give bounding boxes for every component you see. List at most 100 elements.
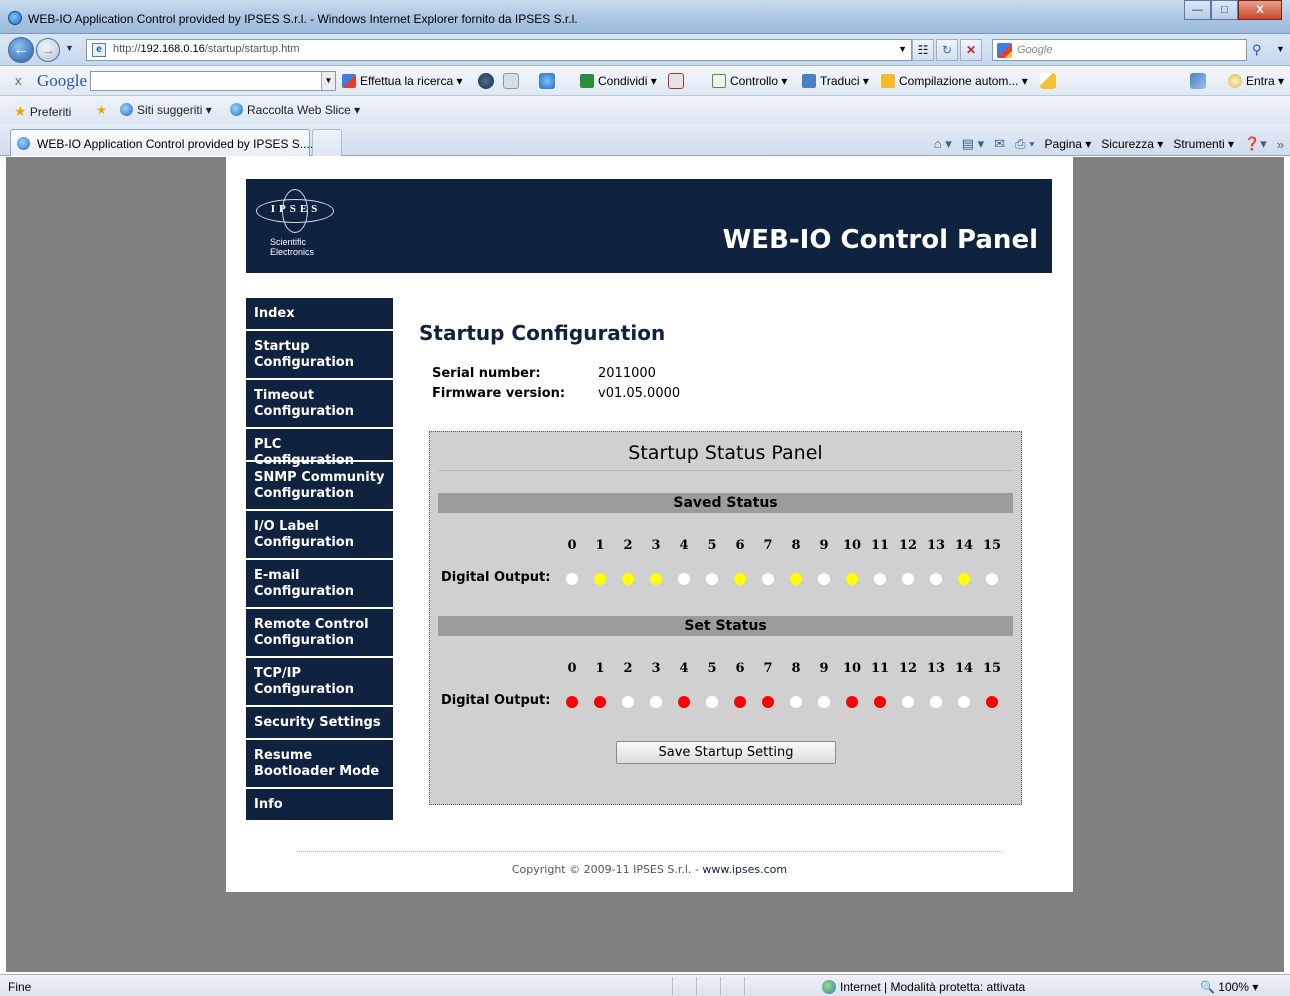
set-output-led-8 (790, 696, 802, 708)
set-output-led-15 (986, 696, 998, 708)
forward-button[interactable]: → (36, 38, 60, 62)
saved-channel-label-12: 12 (898, 538, 918, 553)
highlighter-icon[interactable] (1040, 73, 1056, 89)
sidebar-item-io-label-configuration[interactable]: I/O Label Configuration (246, 511, 393, 558)
logo-subtitle: Scientific Electronics (270, 237, 314, 257)
ipses-website-link[interactable]: www.ipses.com (702, 863, 787, 876)
history-dropdown-icon[interactable]: ▼ (65, 43, 74, 53)
set-output-led-14 (958, 696, 970, 708)
sidebar-item-plc-configuration[interactable]: PLC Configuration (246, 429, 393, 468)
set-channel-label-9: 9 (819, 661, 829, 676)
home-icon[interactable]: ⌂ ▾ (934, 136, 952, 152)
back-button[interactable]: ← (8, 37, 34, 63)
saved-channel-label-13: 13 (926, 538, 946, 553)
help-icon[interactable]: ❓▾ (1244, 136, 1267, 152)
popup-blocker-icon[interactable] (668, 73, 684, 89)
set-output-led-3 (650, 696, 662, 708)
set-channel-label-1: 1 (595, 661, 605, 676)
address-bar[interactable]: e http://192.168.0.16/startup/startup.ht… (86, 39, 912, 61)
sidebar-item-security-settings[interactable]: Security Settings (246, 707, 393, 738)
mail-icon[interactable]: ✉ (994, 136, 1005, 152)
maximize-button[interactable]: □ (1211, 0, 1238, 20)
gmail-icon[interactable] (539, 73, 555, 89)
url-host: 192.168.0.16 (140, 43, 205, 55)
saved-status-header: Saved Status (438, 493, 1013, 513)
stop-icon[interactable]: ✕ (960, 39, 982, 61)
spellcheck-button[interactable]: Controllo ▾ (712, 74, 787, 88)
settings-wrench-icon[interactable] (1190, 73, 1206, 89)
saved-output-led-15 (986, 573, 998, 585)
set-channel-label-15: 15 (982, 661, 1002, 676)
address-toolbar: ← → ▼ e http://192.168.0.16/startup/star… (0, 34, 1290, 66)
saved-channel-label-8: 8 (791, 538, 801, 553)
sidebar-item-timeout-configuration[interactable]: Timeout Configuration (246, 380, 393, 427)
copyright-text: Copyright © 2009-11 IPSES S.r.l. - (511, 863, 703, 876)
add-favorite-icon[interactable]: ★ (96, 103, 107, 117)
suggested-sites-link[interactable]: Siti suggeriti ▾ (120, 103, 212, 117)
footer-divider (297, 851, 1002, 852)
zoom-level[interactable]: 🔍 100% ▾ (1200, 980, 1258, 994)
tools-menu[interactable]: Strumenti ▾ (1173, 137, 1234, 151)
page-menu[interactable]: Pagina ▾ (1045, 137, 1092, 151)
sign-in-button[interactable]: Entra ▾ (1228, 74, 1284, 88)
tab-active[interactable]: WEB-IO Application Control provided by I… (10, 129, 313, 156)
search-input[interactable]: Google (992, 39, 1247, 61)
google-search-label: Effettua la ricerca (360, 74, 454, 88)
google-logo[interactable]: Google (37, 71, 87, 91)
google-search-dropdown-icon[interactable]: ▼ (321, 72, 335, 90)
search-options-dropdown-icon[interactable]: ▼ (1276, 44, 1285, 54)
close-button[interactable]: X (1238, 0, 1282, 20)
set-output-led-13 (930, 696, 942, 708)
google-search-button[interactable]: Effettua la ricerca ▾ (342, 74, 463, 88)
saved-output-led-11 (874, 573, 886, 585)
translate-button[interactable]: Traduci ▾ (802, 74, 869, 88)
web-slice-gallery-link[interactable]: Raccolta Web Slice ▾ (230, 103, 360, 117)
sidebar-item-remote-control-configuration[interactable]: Remote Control Configuration (246, 609, 393, 656)
url-text[interactable]: http://192.168.0.16/startup/startup.htm (113, 43, 300, 55)
sidebar-item-index[interactable]: Index (246, 298, 393, 329)
set-channel-label-6: 6 (735, 661, 745, 676)
sidebar-item-resume-bootloader-mode[interactable]: Resume Bootloader Mode (246, 740, 393, 787)
zoom-value: 100% (1218, 980, 1249, 994)
save-startup-setting-button[interactable]: Save Startup Setting (616, 741, 836, 764)
sidebar-item-email-configuration[interactable]: E-mail Configuration (246, 560, 393, 607)
translate-label: Traduci (820, 74, 860, 88)
sidebar-item-snmp-community-configuration[interactable]: SNMP Community Configuration (246, 462, 393, 509)
sidebar-item-info[interactable]: Info (246, 789, 393, 820)
saved-output-led-2 (622, 573, 634, 585)
saved-channel-label-9: 9 (819, 538, 829, 553)
google-search-input[interactable]: ▼ (90, 71, 336, 91)
close-toolbar-icon[interactable]: x (15, 73, 22, 88)
feeds-icon[interactable]: ▤ ▾ (962, 136, 984, 152)
security-menu[interactable]: Sicurezza ▾ (1101, 137, 1163, 151)
sidebar-item-startup-configuration[interactable]: Startup Configuration (246, 331, 393, 378)
translate-icon (802, 74, 816, 88)
more-toolbar-icon[interactable]: » (1277, 137, 1284, 152)
set-channel-label-8: 8 (791, 661, 801, 676)
news-icon[interactable] (478, 73, 494, 89)
web-slice-icon (230, 103, 243, 116)
page-title: Startup Configuration (419, 321, 666, 345)
print-icon[interactable]: ⎙ ▾ (1015, 136, 1034, 152)
refresh-icon[interactable]: ↻ (936, 39, 958, 61)
minimize-button[interactable]: — (1184, 0, 1211, 20)
address-dropdown-icon[interactable]: ▼ (898, 44, 907, 54)
status-text: Fine (8, 980, 32, 994)
bookmarks-icon[interactable] (503, 73, 519, 89)
page-viewport: IPSES Scientific Electronics WEB-IO Contr… (6, 157, 1284, 972)
share-button[interactable]: Condividi ▾ (580, 74, 657, 88)
saved-output-led-10 (846, 573, 858, 585)
set-status-header: Set Status (438, 616, 1013, 636)
sign-in-label: Entra (1246, 74, 1275, 88)
web-page: IPSES Scientific Electronics WEB-IO Contr… (226, 157, 1073, 892)
autofill-button[interactable]: Compilazione autom... ▾ (881, 74, 1028, 88)
favorites-button[interactable]: ★ Preferiti (14, 103, 71, 120)
sidebar-item-tcpip-configuration[interactable]: TCP/IP Configuration (246, 658, 393, 705)
url-prefix: http:// (113, 43, 141, 55)
security-zone[interactable]: Internet | Modalità protetta: attivata (822, 980, 1025, 994)
google-search-icon (342, 74, 356, 88)
search-icon[interactable]: ⚲ (1252, 42, 1262, 58)
new-tab-button[interactable] (312, 129, 342, 156)
saved-output-led-7 (762, 573, 774, 585)
compatibility-view-icon[interactable]: ☷ (912, 39, 934, 61)
